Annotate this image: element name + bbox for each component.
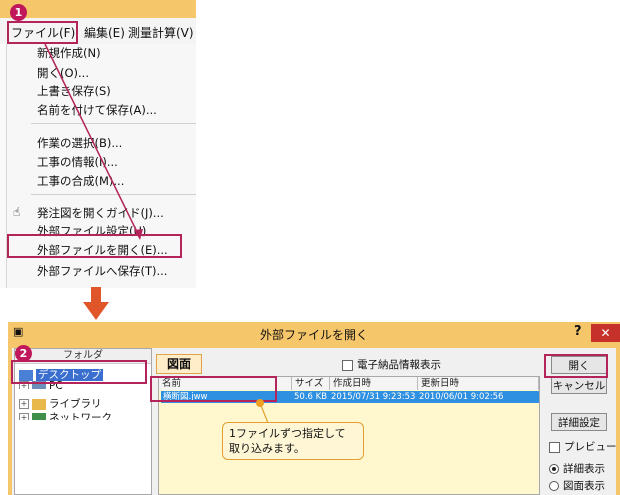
expand-icon[interactable]: + xyxy=(19,413,29,420)
checkbox-icon[interactable] xyxy=(342,359,353,371)
menu-item-save-external[interactable]: 外部ファイルへ保存(T)... xyxy=(37,263,167,279)
network-icon xyxy=(32,412,46,420)
callout-note: 1ファイルずつ指定して 取り込みます。 xyxy=(222,422,364,460)
radio-detail-view[interactable]: 詳細表示 xyxy=(549,461,605,476)
column-modified[interactable]: 更新日時 xyxy=(418,377,539,390)
radio-figure-view[interactable]: 図面表示 xyxy=(549,478,605,493)
column-created[interactable]: 作成日時 xyxy=(330,377,418,390)
tree-item-network[interactable]: + ネットワーク xyxy=(19,410,112,420)
cancel-button[interactable]: キャンセル xyxy=(551,376,607,394)
close-button[interactable]: ✕ xyxy=(591,324,620,342)
callout-dot xyxy=(256,399,264,407)
highlight-file xyxy=(150,376,277,402)
tree-item-library[interactable]: + ライブラリ xyxy=(19,396,102,411)
tab-zumen[interactable]: 図面 xyxy=(156,354,202,374)
radio-on-icon[interactable] xyxy=(549,464,559,474)
file-created: 2015/07/31 9:23:53 xyxy=(331,392,416,402)
radio-off-icon[interactable] xyxy=(549,481,559,491)
highlight-desktop xyxy=(11,360,147,384)
dialog-title: 外部ファイルを開く xyxy=(259,328,368,342)
column-size[interactable]: サイズ xyxy=(292,377,330,390)
highlight-open-button xyxy=(544,354,608,378)
detail-settings-button[interactable]: 詳細設定 xyxy=(551,413,607,431)
elec-info-checkbox[interactable]: 電子納品情報表示 xyxy=(342,357,441,372)
pointer-line xyxy=(44,43,143,240)
preview-checkbox[interactable]: プレビュー xyxy=(549,439,617,454)
step-badge-2: 2 xyxy=(15,345,32,362)
open-external-dialog: ▣ 外部ファイルを開く ? ✕ フォルダ デスクトップ + PC + ライブラリ +… xyxy=(8,322,620,495)
file-modified: 2010/06/01 9:02:56 xyxy=(419,392,504,402)
library-icon xyxy=(32,398,46,410)
help-icon[interactable]: ? xyxy=(574,324,582,339)
callout-line-2: 取り込みます。 xyxy=(229,442,305,455)
checkbox-icon[interactable] xyxy=(549,441,560,453)
file-size: 50.6 KB xyxy=(294,392,328,402)
down-arrow-icon xyxy=(83,287,109,320)
expand-icon[interactable]: + xyxy=(19,399,29,409)
callout-line-1: 1ファイルずつ指定して xyxy=(229,427,346,440)
